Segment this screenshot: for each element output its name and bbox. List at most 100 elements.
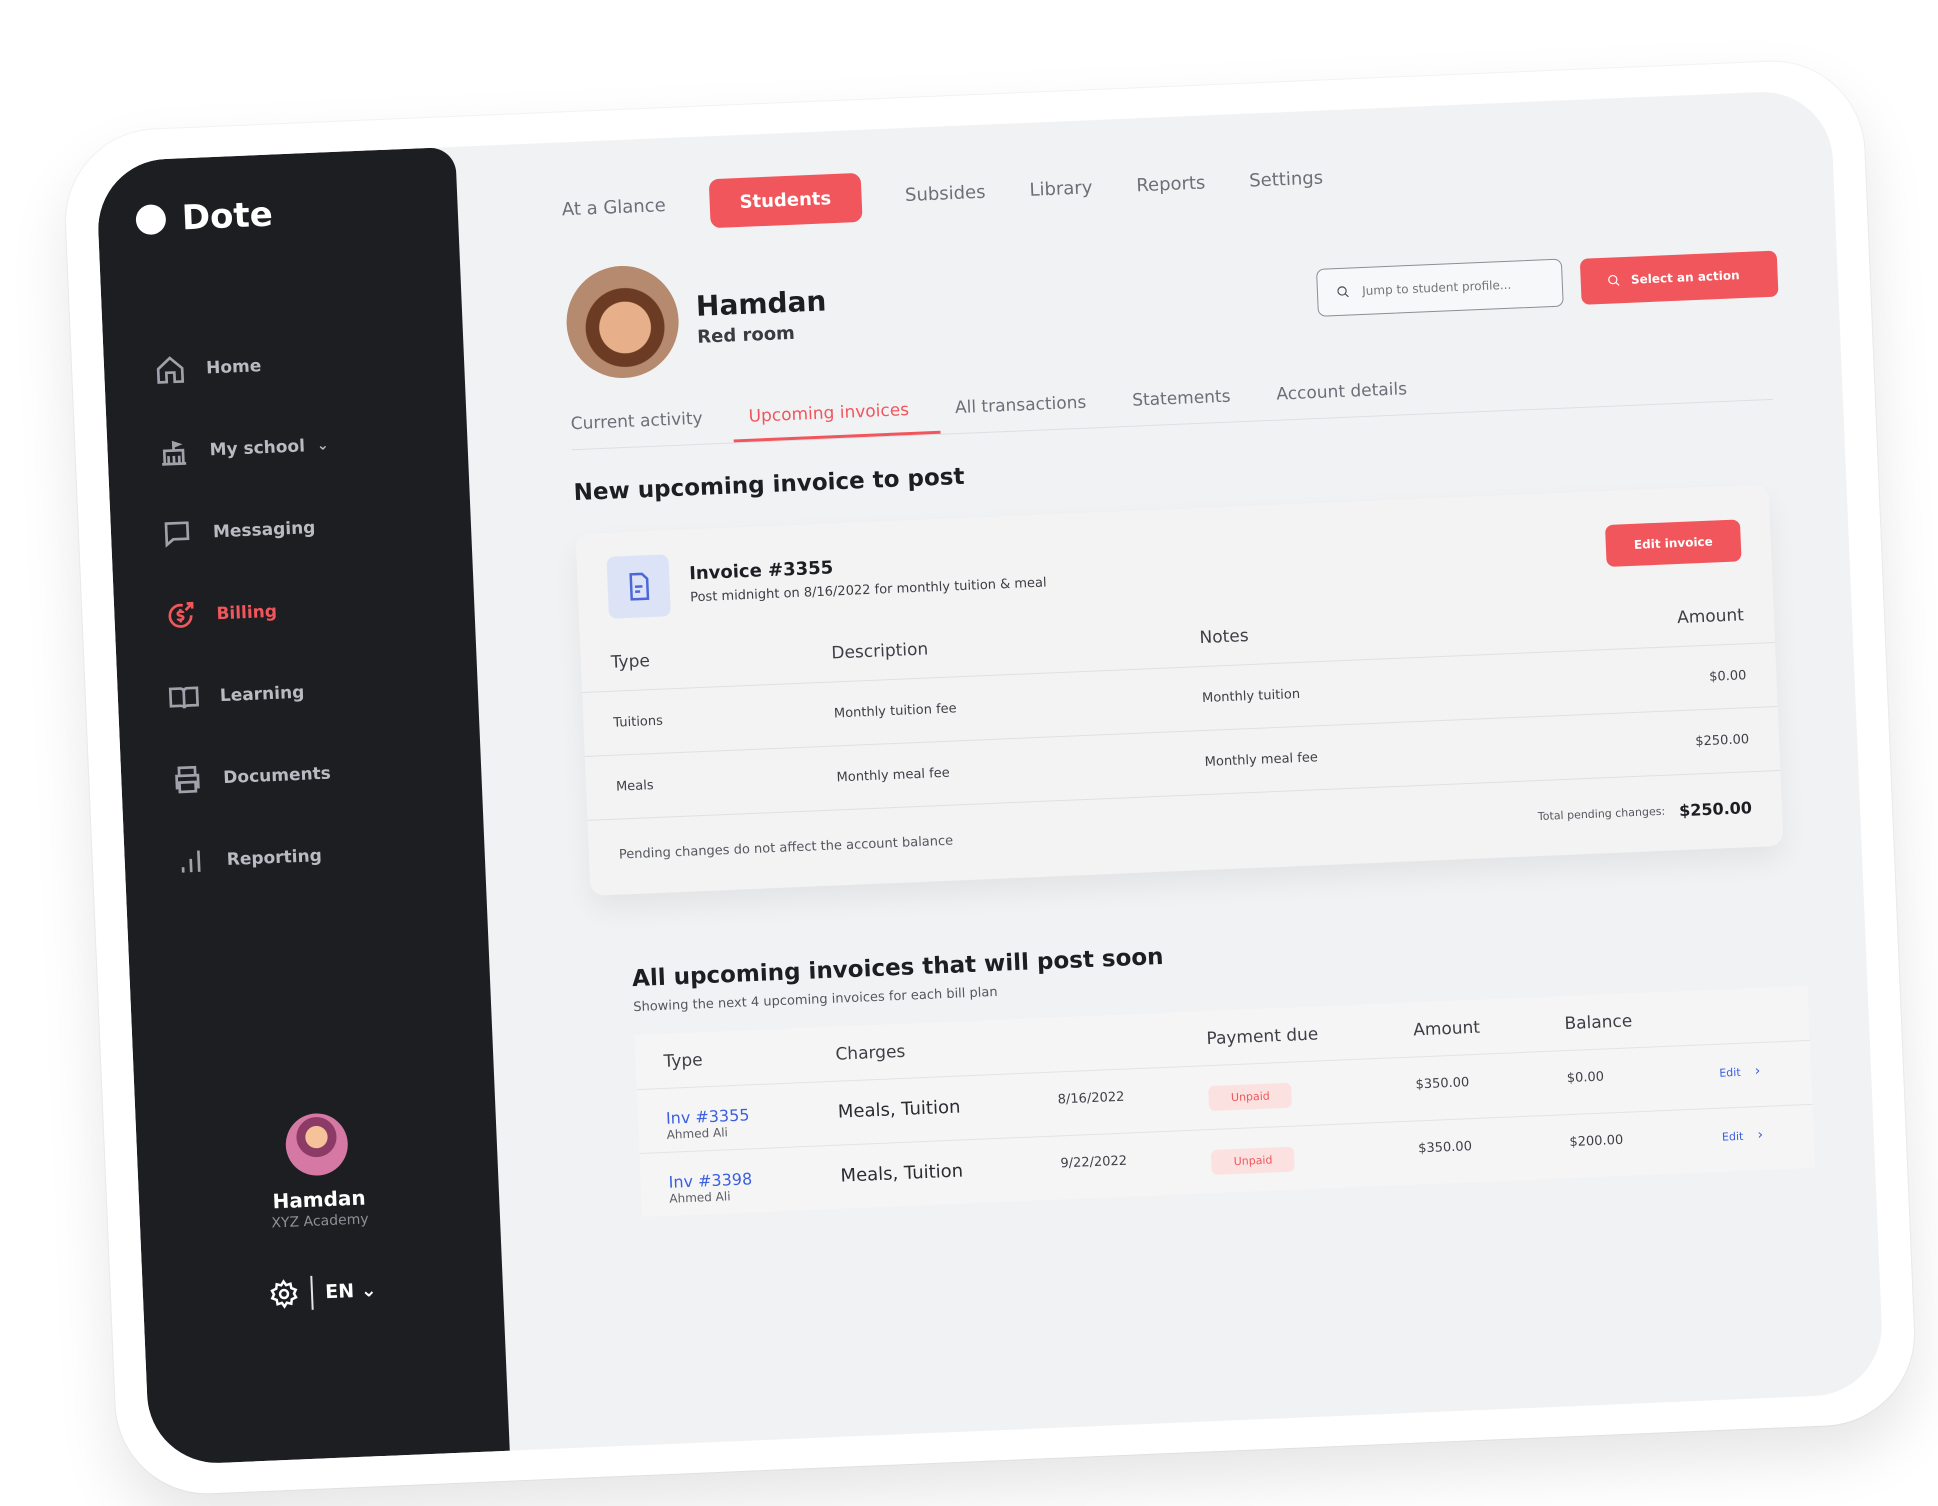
cell-actions: Edit › <box>1690 1040 1813 1110</box>
sidebar-item-label: Billing <box>216 601 278 625</box>
invoice-meta: Invoice #3355 Post midnight on 8/16/2022… <box>689 548 1047 605</box>
edit-invoice-button[interactable]: Edit invoice <box>1605 519 1742 567</box>
sidebar-item-label: Reporting <box>226 846 323 871</box>
status-badge: Unpaid <box>1208 1082 1293 1112</box>
gear-icon[interactable] <box>269 1278 300 1309</box>
search-icon <box>1337 286 1350 298</box>
chevron-right-icon[interactable]: › <box>1757 1127 1763 1143</box>
column-header-type: Type <box>610 651 651 673</box>
subtab-upcoming-invoices[interactable]: Upcoming invoices <box>732 398 941 443</box>
edit-link[interactable]: Edit <box>1719 1066 1741 1080</box>
tab-settings[interactable]: Settings <box>1249 167 1324 191</box>
cell-type: Tuitions <box>582 683 806 757</box>
column-header-payment-due: Payment due <box>1206 1024 1319 1050</box>
edit-link[interactable]: Edit <box>1722 1130 1744 1144</box>
file-icon <box>629 572 650 601</box>
column-header-date <box>1026 1012 1179 1073</box>
tab-reports[interactable]: Reports <box>1136 172 1206 196</box>
sidebar-item-label: Documents <box>222 763 332 789</box>
cell-amount: $0.00 <box>1519 642 1778 718</box>
school-icon <box>162 440 187 466</box>
cell-invoice: Inv #3355 Ahmed Ali <box>636 1082 812 1154</box>
divider <box>310 1275 314 1310</box>
document-icon <box>606 554 671 619</box>
total-pending-value: $250.00 <box>1678 798 1753 821</box>
sidebar-item-label: Learning <box>219 682 305 707</box>
cell-actions: Edit › <box>1692 1104 1816 1173</box>
cell-date: 8/16/2022 <box>1028 1066 1183 1138</box>
subtab-all-transactions[interactable]: All transactions <box>939 391 1118 433</box>
billing-icon <box>168 601 194 628</box>
cell-charges: Meals, Tuition <box>808 1073 1032 1147</box>
cell-charges: Meals, Tuition <box>811 1137 1034 1210</box>
stage: Dote Home My school ⌄ Messaging Billing … <box>0 0 1938 1506</box>
avatar[interactable] <box>284 1112 350 1177</box>
sidebar-item-label: My school <box>209 436 306 461</box>
header-actions: Select an action <box>1316 250 1779 317</box>
search-field[interactable] <box>1316 258 1565 317</box>
status-badge: Unpaid <box>1211 1146 1295 1176</box>
sidebar-item-messaging[interactable]: Messaging <box>159 486 333 575</box>
new-invoice-card: Invoice #3355 Post midnight on 8/16/2022… <box>575 484 1784 896</box>
sidebar-nav: Home My school ⌄ Messaging Billing Learn… <box>153 323 348 904</box>
tab-students[interactable]: Students <box>708 172 863 228</box>
cell-amount: $350.00 <box>1389 1115 1543 1186</box>
upcoming-invoices-section: All upcoming invoices that will post soo… <box>594 917 1816 1219</box>
language-selector[interactable]: EN ⌄ <box>325 1279 377 1303</box>
column-header-actions <box>1688 986 1810 1045</box>
student-room: Red room <box>696 322 796 348</box>
app-screen: Dote Home My school ⌄ Messaging Billing … <box>95 89 1885 1466</box>
printer-icon <box>175 765 200 794</box>
sidebar-item-learning[interactable]: Learning <box>166 650 340 739</box>
message-icon <box>164 521 190 548</box>
student-photo <box>564 263 681 381</box>
cell-amount: $350.00 <box>1386 1051 1541 1123</box>
tablet-frame: Dote Home My school ⌄ Messaging Billing … <box>62 57 1918 1498</box>
tab-subsides[interactable]: Subsides <box>905 181 986 205</box>
column-header-type: Type <box>663 1050 704 1072</box>
select-action-button[interactable]: Select an action <box>1580 250 1779 305</box>
sidebar-item-label: Messaging <box>212 518 316 543</box>
sidebar-item-label: Home <box>205 356 262 379</box>
student-name: Hamdan <box>695 284 827 323</box>
column-header-charges: Charges <box>835 1041 906 1065</box>
column-header-balance: Balance <box>1564 1011 1633 1035</box>
sidebar-item-reporting[interactable]: Reporting <box>173 814 347 903</box>
student-header: Hamdan Red room Select an action <box>564 218 1780 381</box>
total-pending-label: Total pending changes: <box>1537 804 1666 824</box>
upcoming-invoices-table: Type Charges Payment due Amount Balance <box>634 985 1816 1217</box>
user-tools: EN ⌄ <box>142 1268 503 1317</box>
cell-amount: $250.00 <box>1522 706 1781 781</box>
brand-logo[interactable]: Dote <box>135 194 274 241</box>
cell-payment-status: Unpaid <box>1179 1058 1390 1131</box>
cell-invoice: Inv #3398 Ahmed Ali <box>639 1146 814 1217</box>
subtab-statements[interactable]: Statements <box>1116 385 1262 426</box>
cell-balance: $0.00 <box>1537 1045 1693 1116</box>
tab-at-a-glance[interactable]: At a Glance <box>561 195 666 220</box>
chevron-down-icon: ⌄ <box>360 1279 378 1302</box>
sidebar: Dote Home My school ⌄ Messaging Billing … <box>95 146 510 1466</box>
sidebar-item-documents[interactable]: Documents <box>170 732 344 821</box>
column-header-amount: Amount <box>1412 1017 1481 1041</box>
sidebar-item-home[interactable]: Home <box>153 323 327 412</box>
subtab-account-details[interactable]: Account details <box>1260 378 1438 420</box>
language-label: EN <box>324 1280 355 1304</box>
sidebar-item-my-school[interactable]: My school ⌄ <box>156 404 330 493</box>
cell-date: 9/22/2022 <box>1031 1130 1186 1201</box>
select-action-label: Select an action <box>1630 268 1740 287</box>
student-info: Hamdan Red room <box>695 284 828 347</box>
chevron-right-icon[interactable]: › <box>1754 1063 1760 1079</box>
pending-note: Pending changes do not affect the accoun… <box>618 833 954 863</box>
main-content: At a Glance Students Subsides Library Re… <box>455 89 1884 1450</box>
logo-dot-icon <box>135 204 167 236</box>
search-input[interactable] <box>1359 275 1545 300</box>
subtab-current-activity[interactable]: Current activity <box>570 407 733 449</box>
chevron-down-icon[interactable]: ⌄ <box>317 437 329 453</box>
sidebar-item-billing[interactable]: Billing <box>163 568 337 657</box>
top-navigation: At a Glance Students Subsides Library Re… <box>561 132 1774 237</box>
cell-balance: $200.00 <box>1540 1109 1696 1180</box>
tab-library[interactable]: Library <box>1029 177 1093 201</box>
brand-name: Dote <box>181 194 274 239</box>
home-icon <box>156 356 185 384</box>
bar-chart-icon <box>181 850 201 873</box>
